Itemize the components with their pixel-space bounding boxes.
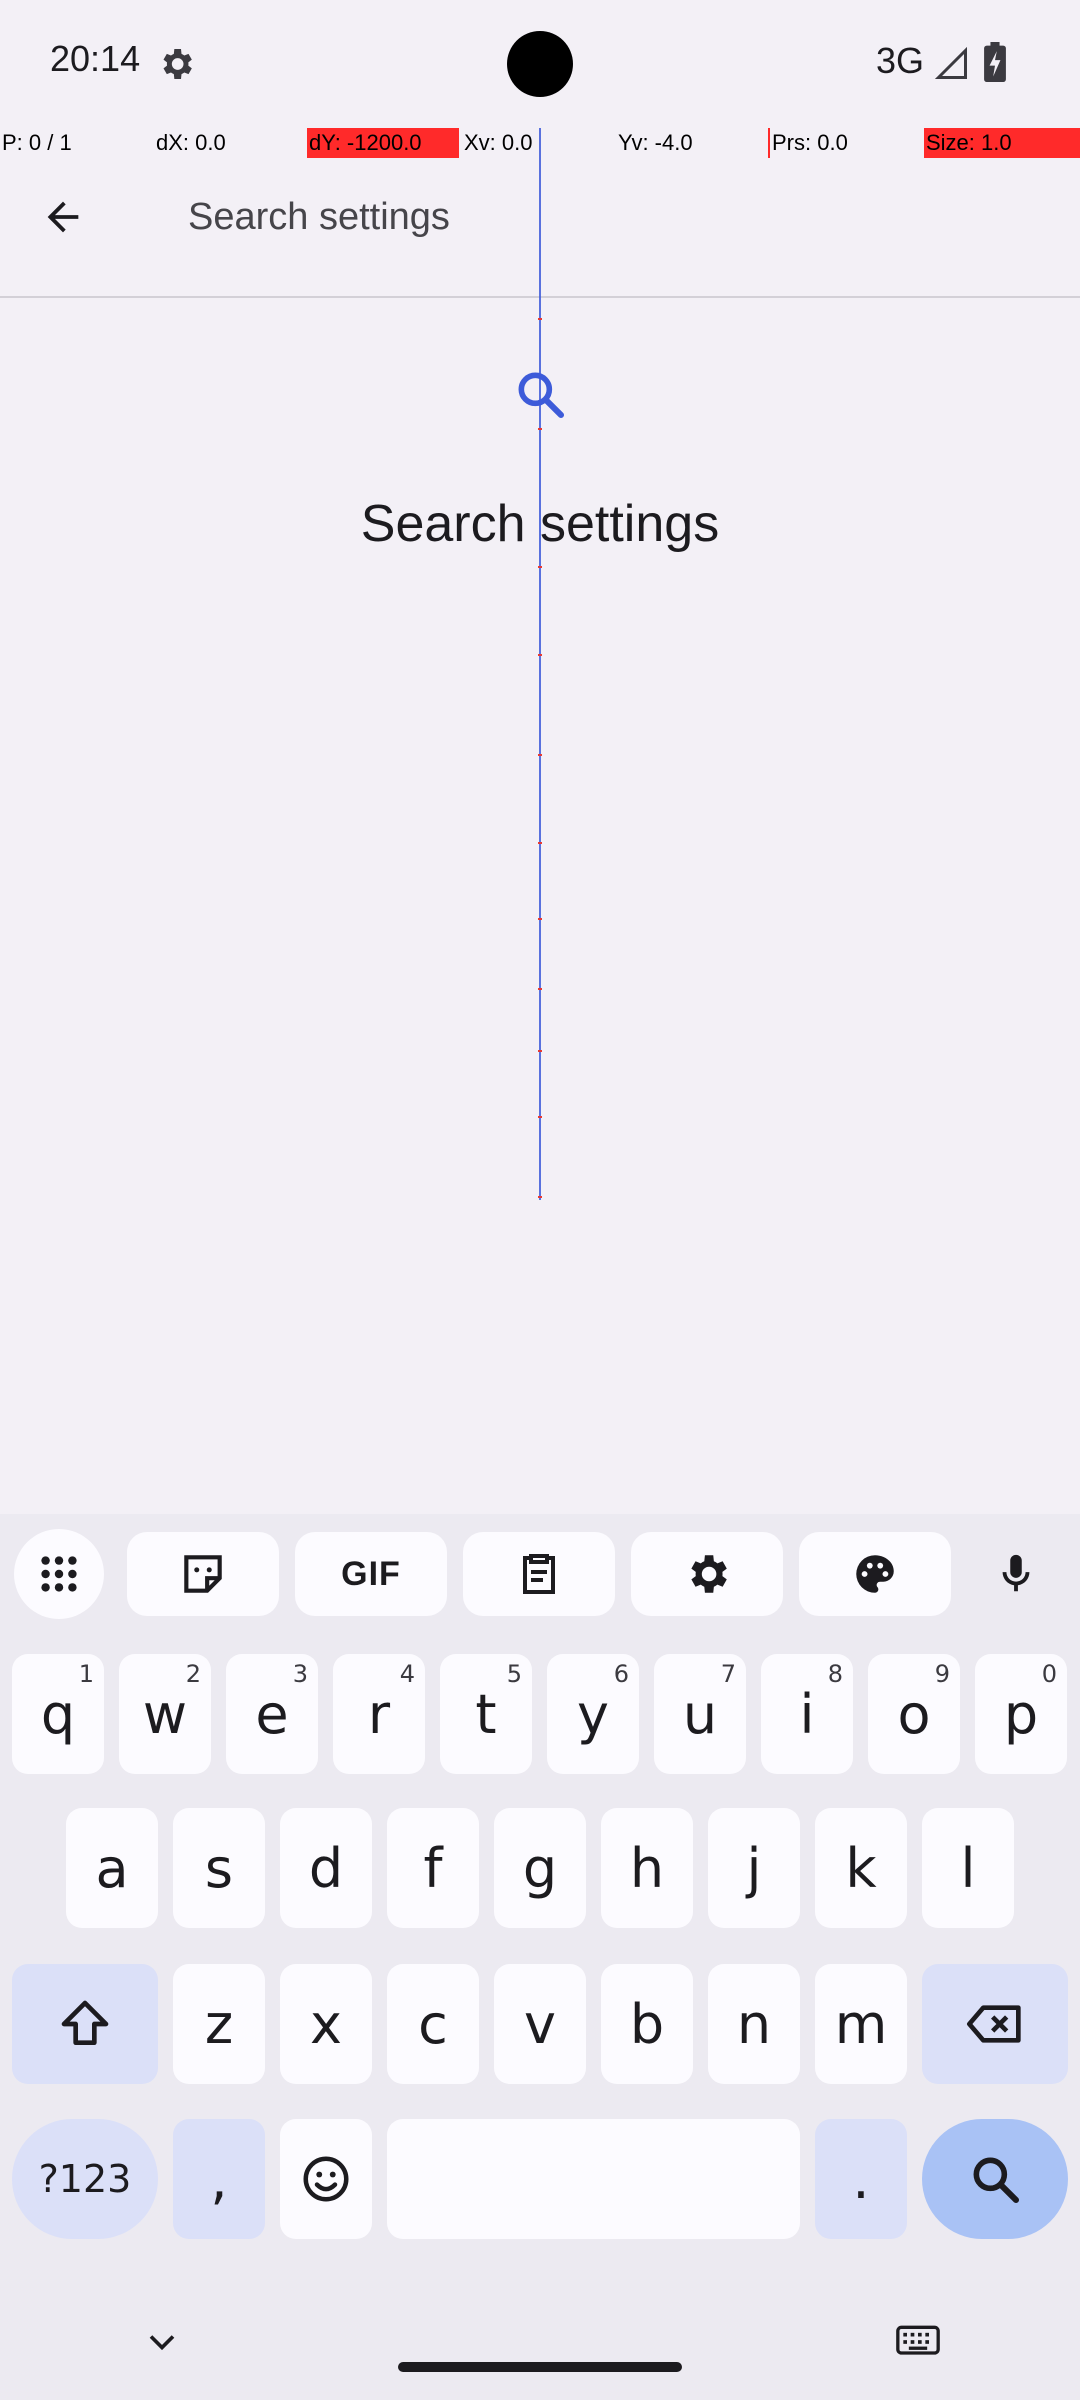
hide-keyboard-chevron-icon[interactable] — [140, 2320, 184, 2364]
symbols-key[interactable]: ?123 — [12, 2119, 158, 2239]
key-e[interactable]: e3 — [226, 1654, 318, 1774]
search-input[interactable] — [188, 182, 1048, 252]
trace-point — [538, 842, 542, 844]
microphone-icon — [1002, 1554, 1030, 1592]
trace-point — [538, 654, 542, 656]
trace-point — [538, 1050, 542, 1052]
soft-keyboard: GIF q1 w2 e3 r4 t5 y6 u7 i8 o9 p0 a s d … — [0, 1514, 1080, 2400]
space-key[interactable] — [387, 2119, 800, 2239]
keyboard-switcher-icon[interactable] — [894, 2320, 942, 2364]
emoji-key[interactable] — [280, 2119, 372, 2239]
network-type: 3G — [876, 40, 925, 81]
search-icon — [973, 2157, 1020, 2204]
key-b[interactable]: b — [601, 1964, 693, 2084]
comma-key[interactable]: , — [173, 2119, 265, 2239]
shift-icon — [61, 2000, 109, 2045]
debug-pointer-count: P: 0 / 1 — [2, 130, 72, 155]
key-n[interactable]: n — [708, 1964, 800, 2084]
shift-key[interactable] — [12, 1964, 158, 2084]
key-m[interactable]: m — [815, 1964, 907, 2084]
key-l[interactable]: l — [922, 1808, 1014, 1928]
key-k[interactable]: k — [815, 1808, 907, 1928]
key-p[interactable]: p0 — [975, 1654, 1067, 1774]
key-o[interactable]: o9 — [868, 1654, 960, 1774]
gear-icon — [691, 1555, 727, 1593]
debug-yv: Yv: -4.0 — [618, 130, 693, 155]
debug-pressure: Prs: 0.0 — [768, 128, 918, 158]
gif-button[interactable]: GIF — [295, 1532, 447, 1616]
trace-point — [538, 754, 542, 756]
arrow-back-icon — [47, 201, 79, 233]
sticker-button[interactable] — [127, 1532, 279, 1616]
key-w[interactable]: w2 — [119, 1654, 211, 1774]
key-r[interactable]: r4 — [333, 1654, 425, 1774]
debug-xv: Xv: 0.0 — [464, 130, 533, 155]
backspace-icon — [966, 2005, 1021, 2043]
palette-icon — [856, 1555, 894, 1593]
key-a[interactable]: a — [66, 1808, 158, 1928]
key-y[interactable]: y6 — [547, 1654, 639, 1774]
trace-point — [538, 1116, 542, 1118]
keyboard-apps-button[interactable] — [14, 1529, 104, 1619]
trace-point — [538, 1196, 542, 1198]
trace-point — [538, 988, 542, 990]
clipboard-button[interactable] — [463, 1532, 615, 1616]
key-c[interactable]: c — [387, 1964, 479, 2084]
signal-icon — [934, 46, 967, 79]
key-j[interactable]: j — [708, 1808, 800, 1928]
keyboard-settings-button[interactable] — [631, 1532, 783, 1616]
key-x[interactable]: x — [280, 1964, 372, 2084]
theme-button[interactable] — [799, 1532, 951, 1616]
trace-point — [538, 318, 542, 320]
key-q[interactable]: q1 — [12, 1654, 104, 1774]
key-s[interactable]: s — [173, 1808, 265, 1928]
key-d[interactable]: d — [280, 1808, 372, 1928]
back-button[interactable] — [28, 182, 98, 252]
debug-size: Size: 1.0 — [924, 128, 1080, 158]
debug-dx: dX: 0.0 — [156, 130, 226, 155]
camera-cutout — [507, 31, 573, 97]
gif-label: GIF — [341, 1554, 401, 1593]
key-i[interactable]: i8 — [761, 1654, 853, 1774]
grid-icon — [41, 1556, 77, 1592]
trace-point — [538, 566, 542, 568]
sticker-icon — [184, 1555, 222, 1593]
key-u[interactable]: u7 — [654, 1654, 746, 1774]
trace-point — [538, 918, 542, 920]
search-action-key[interactable] — [922, 2119, 1068, 2239]
debug-dy: dY: -1200.0 — [307, 128, 459, 158]
status-time: 20:14 — [50, 38, 141, 79]
emoji-icon — [303, 2156, 349, 2202]
key-v[interactable]: v — [494, 1964, 586, 2084]
key-f[interactable]: f — [387, 1808, 479, 1928]
voice-input-button[interactable] — [966, 1532, 1066, 1616]
battery-charging-icon — [984, 42, 1006, 82]
key-t[interactable]: t5 — [440, 1654, 532, 1774]
pointer-trace-line — [539, 128, 541, 1200]
home-indicator[interactable] — [398, 2362, 682, 2372]
clipboard-icon — [523, 1554, 555, 1594]
trace-point — [538, 428, 542, 430]
period-key[interactable]: . — [815, 2119, 907, 2239]
settings-status-icon — [163, 49, 192, 79]
status-bar: 20:14 3G — [0, 0, 1080, 128]
key-h[interactable]: h — [601, 1808, 693, 1928]
backspace-key[interactable] — [922, 1964, 1068, 2084]
key-z[interactable]: z — [173, 1964, 265, 2084]
key-g[interactable]: g — [494, 1808, 586, 1928]
